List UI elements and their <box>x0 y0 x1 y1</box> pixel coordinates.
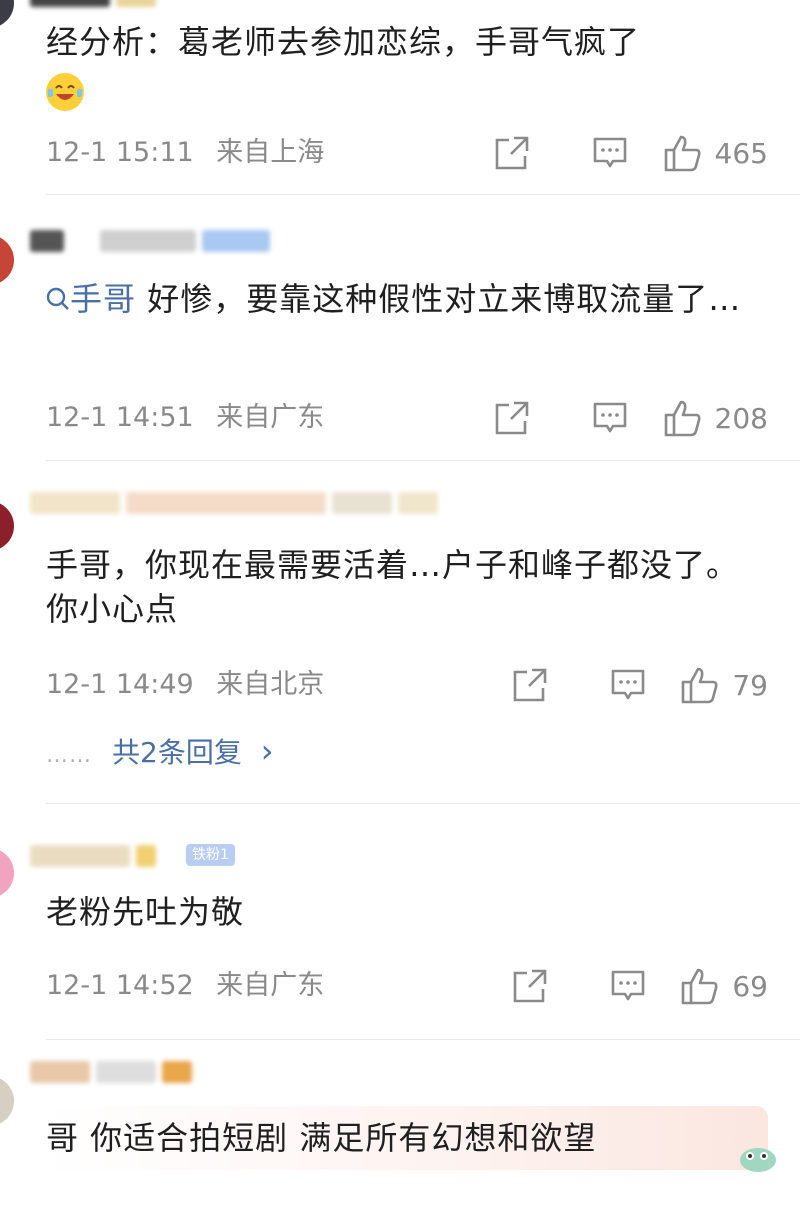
comment-button[interactable] <box>548 968 646 1004</box>
comment-button[interactable] <box>548 667 646 703</box>
comment-item: 铁粉1 老粉先吐为敬 12-1 14:52 来自广东 69 <box>0 804 800 1040</box>
comment-item: 经分析：葛老师去参加恋综，手哥气疯了 12-1 15:11 来自上海 465 <box>0 0 800 195</box>
comment-time: 12-1 14:51 <box>46 402 194 433</box>
comment-item: 手哥，你现在最需要活着…户子和峰子都没了。你小心点 12-1 14:49 来自北… <box>0 461 800 804</box>
fan-badge: 铁粉1 <box>186 844 235 866</box>
avatar[interactable] <box>0 235 14 285</box>
like-button[interactable]: 465 <box>628 134 768 172</box>
avatar[interactable] <box>0 0 14 28</box>
comment-text: 老粉先吐为敬 <box>46 890 760 934</box>
comment-button[interactable] <box>530 135 628 171</box>
comment-time: 12-1 14:49 <box>46 669 194 700</box>
like-button[interactable]: 79 <box>646 666 768 704</box>
decoration-sticker-icon <box>736 1140 780 1176</box>
topic-link[interactable]: 手哥 <box>46 280 136 318</box>
share-icon <box>513 969 547 1003</box>
thumbs-up-icon <box>664 135 701 172</box>
thumbs-up-icon <box>682 667 718 704</box>
like-count: 208 <box>714 401 768 435</box>
comment-text-content: 老粉先吐为敬 <box>46 893 245 931</box>
comment-meta: 12-1 14:52 来自广东 69 <box>46 966 768 1006</box>
share-icon <box>495 136 529 170</box>
comment-meta: 12-1 14:51 来自广东 208 <box>46 398 768 438</box>
thumbs-up-icon <box>664 400 701 437</box>
comment-text-content: 经分析：葛老师去参加恋综，手哥气疯了 <box>46 23 641 61</box>
avatar[interactable] <box>0 1076 14 1126</box>
comment-icon <box>611 970 645 1001</box>
comment-location: 来自广东 <box>216 402 325 433</box>
chevron-right-icon: › <box>260 732 274 770</box>
replies-count-label: 共2条回复 <box>112 736 242 769</box>
comment-text: 经分析：葛老师去参加恋综，手哥气疯了 <box>46 20 760 112</box>
avatar[interactable] <box>0 501 14 551</box>
comment-item: 手哥 好惨，要靠这种假性对立来博取流量了… 12-1 14:51 来自广东 20… <box>0 195 800 461</box>
share-icon <box>513 668 547 702</box>
view-replies-link[interactable]: …… 共2条回复 › <box>46 731 274 776</box>
reply-dots: …… <box>46 743 92 768</box>
search-icon <box>46 287 69 310</box>
comment-icon <box>593 402 627 433</box>
comment-icon <box>593 137 627 168</box>
comment-item: 哥 你适合拍短剧 满足所有幻想和欲望 <box>0 1040 800 1220</box>
like-count: 79 <box>732 668 768 702</box>
like-button[interactable]: 208 <box>628 399 768 437</box>
like-count: 465 <box>714 136 768 170</box>
like-button[interactable]: 69 <box>646 967 768 1005</box>
comment-meta: 12-1 14:49 来自北京 79 <box>46 665 768 705</box>
avatar[interactable] <box>0 848 14 898</box>
share-button[interactable] <box>442 400 530 436</box>
username-blurred[interactable] <box>30 225 270 257</box>
comment-time: 12-1 14:52 <box>46 970 194 1001</box>
username-blurred[interactable] <box>30 487 438 519</box>
comment-meta: 12-1 15:11 来自上海 465 <box>46 133 768 173</box>
username-blurred[interactable] <box>30 1056 192 1088</box>
comment-icon <box>611 669 645 700</box>
comment-text: 手哥，你现在最需要活着…户子和峰子都没了。你小心点 <box>46 543 760 631</box>
username-blurred[interactable] <box>30 840 156 872</box>
comment-location: 来自广东 <box>216 970 325 1001</box>
comment-text: 手哥 好惨，要靠这种假性对立来博取流量了… <box>46 277 760 321</box>
thumbs-up-icon <box>682 968 718 1005</box>
comment-button[interactable] <box>530 400 628 436</box>
laughing-emoji-icon <box>46 73 84 111</box>
share-button[interactable] <box>442 135 530 171</box>
comment-location: 来自上海 <box>216 137 325 168</box>
comment-text-content: 手哥，你现在最需要活着…户子和峰子都没了。你小心点 <box>46 546 740 628</box>
username-blurred[interactable] <box>30 0 156 12</box>
comment-feed: 经分析：葛老师去参加恋综，手哥气疯了 12-1 15:11 来自上海 465 手… <box>0 0 800 1220</box>
comment-text: 哥 你适合拍短剧 满足所有幻想和欲望 <box>46 1116 760 1160</box>
topic-link-label: 手哥 <box>70 280 137 318</box>
share-button[interactable] <box>460 968 548 1004</box>
like-count: 69 <box>732 969 768 1003</box>
share-button[interactable] <box>460 667 548 703</box>
share-icon <box>495 401 529 435</box>
comment-text-content: 好惨，要靠这种假性对立来博取流量了… <box>136 280 742 318</box>
comment-time: 12-1 15:11 <box>46 137 194 168</box>
comment-text-content: 哥 你适合拍短剧 满足所有幻想和欲望 <box>46 1119 597 1157</box>
comment-location: 来自北京 <box>216 669 325 700</box>
